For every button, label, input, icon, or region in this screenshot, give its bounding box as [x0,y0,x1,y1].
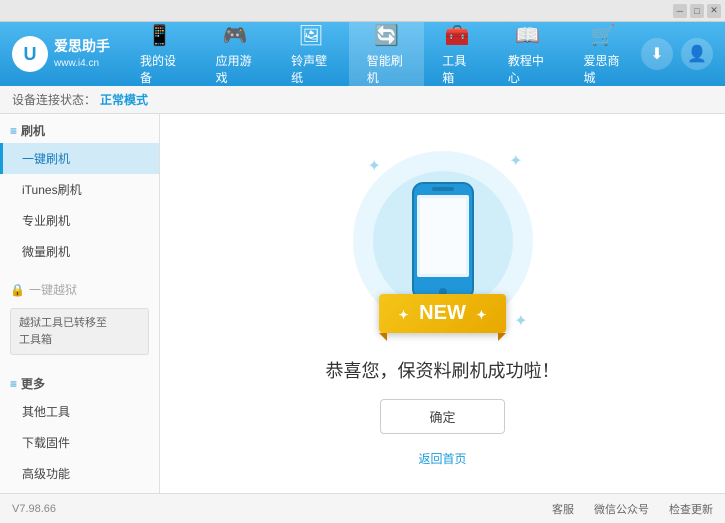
service-link[interactable]: 客服 [552,501,574,517]
statusbar: 设备连接状态： 正常模式 [0,86,725,114]
logo-url: www.i4.cn [54,57,110,71]
sparkle-topleft-icon: ✦ [368,156,381,176]
status-label: 设备连接状态： [12,91,96,108]
nav-apps-label: 应用游戏 [216,52,256,86]
sidebar-locked-jailbreak: 🔒 一键越狱 [0,275,159,304]
nav-apps[interactable]: 🎮 应用游戏 [198,22,274,86]
logo: U 爱思助手 www.i4.cn [8,22,122,86]
phone-icon: 📱 [147,23,172,48]
main-area: ≡ 刷机 一键刷机 iTunes刷机 专业刷机 微量刷机 🔒 一键越狱 越狱工具… [0,114,725,493]
more-section-icon: ≡ [10,377,17,391]
logo-icon: U [24,44,37,65]
account-button[interactable]: 👤 [681,38,713,70]
nav-tutorials-label: 教程中心 [508,52,548,86]
navbar: U 爱思助手 www.i4.cn 📱 我的设备 🎮 应用游戏 🖼 铃声壁纸 🔄 … [0,22,725,86]
titlebar: ─ □ ✕ [0,0,725,22]
flash-icon: 🔄 [374,23,399,48]
phone-svg [408,181,478,301]
lock-icon: 🔒 [10,283,25,297]
main-content: ✦ ✦ ✦ NEW ✦ [160,114,725,493]
wechat-link[interactable]: 微信公众号 [594,501,649,517]
nav-wallpaper-label: 铃声壁纸 [291,52,331,86]
flash-section-icon: ≡ [10,124,17,138]
nav-smart-flash-label: 智能刷机 [367,52,407,86]
nav-toolbox[interactable]: 🧰 工具箱 [424,22,490,86]
nav-tutorials[interactable]: 📖 教程中心 [490,22,566,86]
version-text: V7.98.66 [12,503,56,515]
sidebar-item-advanced[interactable]: 高级功能 [0,458,159,489]
phone-illustration: ✦ ✦ ✦ NEW ✦ [343,141,543,341]
sidebar-item-onekey[interactable]: 一键刷机 [0,143,159,174]
logo-name: 爱思助手 [54,37,110,57]
nav-store-label: 爱思商城 [583,52,623,86]
book-icon: 📖 [515,23,540,48]
nav-right: ⬇ 👤 [641,22,725,86]
nav-wallpaper[interactable]: 🖼 铃声壁纸 [273,22,349,86]
confirm-button[interactable]: 确定 [380,399,504,434]
close-button[interactable]: ✕ [707,4,721,18]
nav-my-device-label: 我的设备 [140,52,180,86]
bottombar-right: 客服 微信公众号 检查更新 [552,501,713,517]
nav-my-device[interactable]: 📱 我的设备 [122,22,198,86]
new-badge: NEW [419,302,466,324]
back-home-link[interactable]: 返回首页 [418,450,466,467]
nav-store[interactable]: 🛒 爱思商城 [565,22,641,86]
sidebar-item-micro[interactable]: 微量刷机 [0,236,159,267]
sidebar-item-other-tools[interactable]: 其他工具 [0,396,159,427]
maximize-button[interactable]: □ [690,4,704,18]
sidebar-item-download-fw[interactable]: 下载固件 [0,427,159,458]
nav-smart-flash[interactable]: 🔄 智能刷机 [349,22,425,86]
sidebar: ≡ 刷机 一键刷机 iTunes刷机 专业刷机 微量刷机 🔒 一键越狱 越狱工具… [0,114,160,493]
logo-circle: U [12,36,48,72]
bottombar: V7.98.66 客服 微信公众号 检查更新 [0,493,725,523]
update-link[interactable]: 检查更新 [669,501,713,517]
success-text: 恭喜您，保资料刷机成功啦！ [326,357,560,383]
toolbox-icon: 🧰 [445,23,470,48]
status-value: 正常模式 [100,91,148,108]
gamepad-icon: 🎮 [223,23,248,48]
store-icon: 🛒 [591,23,616,48]
sidebar-item-pro[interactable]: 专业刷机 [0,205,159,236]
logo-text: 爱思助手 www.i4.cn [54,37,110,71]
download-button[interactable]: ⬇ [641,38,673,70]
wallpaper-icon: 🖼 [298,23,323,48]
section-more: ≡ 更多 [0,367,159,396]
section-flash: ≡ 刷机 [0,114,159,143]
minimize-button[interactable]: ─ [673,4,687,18]
sparkle-bottomright-icon: ✦ [514,311,527,331]
jailbreak-notice: 越狱工具已转移至工具箱 [10,308,149,355]
nav-items: 📱 我的设备 🎮 应用游戏 🖼 铃声壁纸 🔄 智能刷机 🧰 工具箱 📖 教程中心… [122,22,641,86]
sidebar-item-itunes[interactable]: iTunes刷机 [0,174,159,205]
sparkle-topright-icon: ✦ [509,151,522,171]
nav-toolbox-label: 工具箱 [442,52,472,86]
